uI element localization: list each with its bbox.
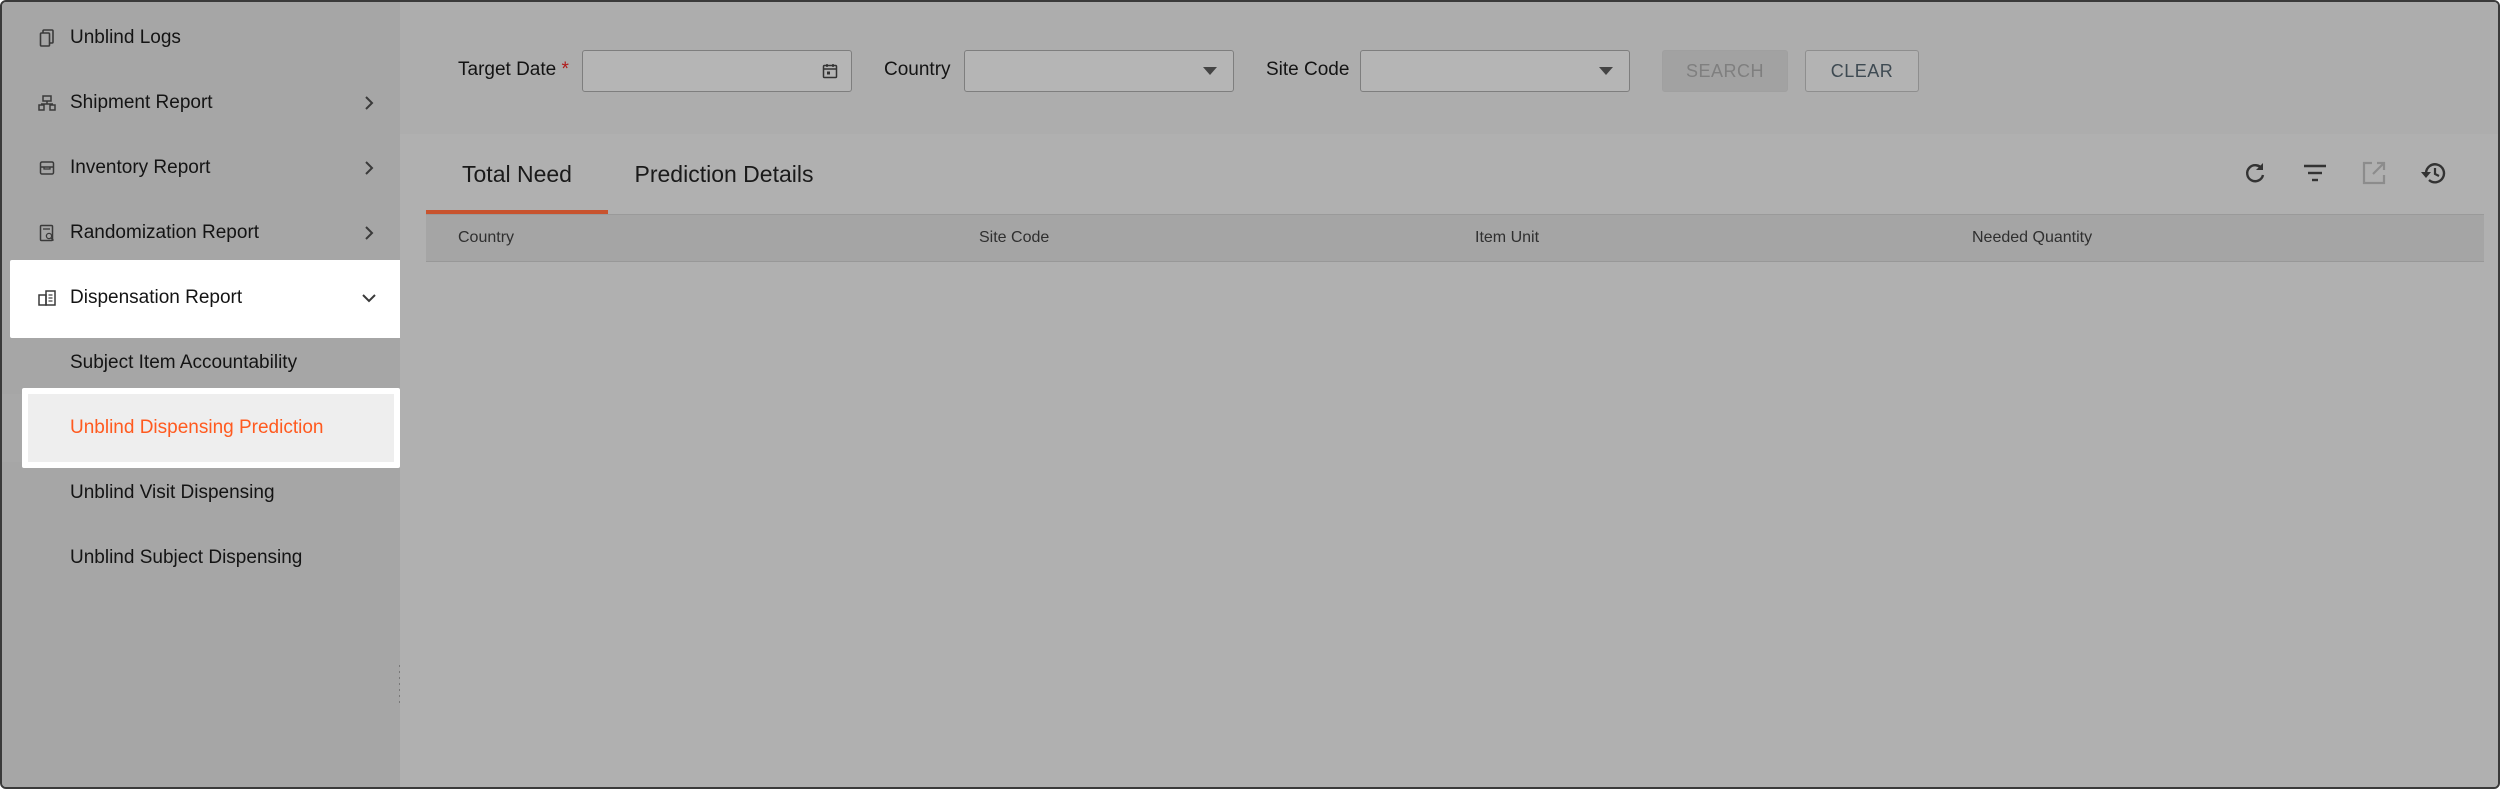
sidebar-item-label: Unblind Logs [70, 27, 181, 48]
country-label: Country [884, 59, 951, 80]
sidebar-item-unblind-logs[interactable]: Unblind Logs [2, 6, 400, 70]
inventory-box-icon [38, 159, 56, 177]
sidebar-item-randomization-report[interactable]: Randomization Report [2, 201, 400, 265]
country-select[interactable] [964, 50, 1234, 92]
tab-bar: Total Need Prediction Details [426, 134, 2484, 214]
sidebar-item-label: Randomization Report [70, 222, 260, 243]
tab-label: Total Need [462, 160, 572, 187]
sidebar-item-label: Inventory Report [70, 157, 211, 178]
sidebar-subitem-subject-item-accountability[interactable]: Subject Item Accountability [2, 331, 400, 395]
app-window: Unblind Logs Shipment Report Inventory R… [0, 0, 2500, 789]
randomization-report-icon [38, 224, 56, 242]
dispensation-report-icon [38, 289, 56, 307]
sidebar-subitem-label: Subject Item Accountability [70, 352, 298, 373]
sidebar-subitem-label: Unblind Visit Dispensing [70, 482, 275, 503]
calendar-icon[interactable] [821, 62, 839, 80]
refresh-icon[interactable] [2240, 158, 2270, 188]
sidebar-subitem-unblind-visit-dispensing[interactable]: Unblind Visit Dispensing [2, 461, 400, 525]
target-date-label: Target Date * [458, 59, 569, 80]
sidebar-item-label: Dispensation Report [70, 287, 243, 308]
sidebar-subitem-label: Unblind Subject Dispensing [70, 547, 303, 568]
sidebar-item-inventory-report[interactable]: Inventory Report [2, 136, 400, 200]
required-marker: * [561, 59, 569, 80]
clear-button[interactable]: CLEAR [1805, 50, 1919, 92]
sidebar-item-label: Shipment Report [70, 92, 213, 113]
chevron-right-icon [360, 224, 378, 242]
sidebar-item-shipment-report[interactable]: Shipment Report [2, 71, 400, 135]
chevron-right-icon [360, 94, 378, 112]
chevron-down-icon [360, 289, 378, 307]
sidebar-subitem-unblind-dispensing-prediction[interactable]: Unblind Dispensing Prediction [2, 396, 400, 460]
shipment-icon [38, 94, 56, 112]
document-copy-icon [38, 29, 56, 47]
export-icon[interactable] [2359, 158, 2389, 188]
column-header-item-unit[interactable]: Item Unit [1475, 229, 1539, 247]
tab-total-need[interactable]: Total Need [426, 134, 608, 214]
site-code-select[interactable] [1360, 50, 1630, 92]
target-date-field[interactable] [582, 50, 852, 92]
caret-down-icon [1201, 62, 1219, 80]
chevron-right-icon [360, 159, 378, 177]
column-header-site-code[interactable]: Site Code [979, 229, 1049, 247]
tab-label: Prediction Details [634, 160, 814, 187]
sidebar-item-dispensation-report[interactable]: Dispensation Report [2, 266, 400, 330]
filter-icon[interactable] [2300, 158, 2330, 188]
tab-prediction-details[interactable]: Prediction Details [612, 134, 836, 214]
table-header: Country Site Code Item Unit Needed Quant… [426, 214, 2484, 262]
caret-down-icon [1597, 62, 1615, 80]
sidebar-subitem-unblind-subject-dispensing[interactable]: Unblind Subject Dispensing [2, 526, 400, 590]
column-header-needed-quantity[interactable]: Needed Quantity [1972, 229, 2092, 247]
column-header-country[interactable]: Country [458, 229, 514, 247]
search-button[interactable]: SEARCH [1662, 50, 1788, 92]
sidebar-subitem-label: Unblind Dispensing Prediction [70, 417, 324, 438]
history-icon[interactable] [2419, 158, 2449, 188]
site-code-label: Site Code [1266, 59, 1350, 80]
sidebar: Unblind Logs Shipment Report Inventory R… [2, 2, 402, 787]
